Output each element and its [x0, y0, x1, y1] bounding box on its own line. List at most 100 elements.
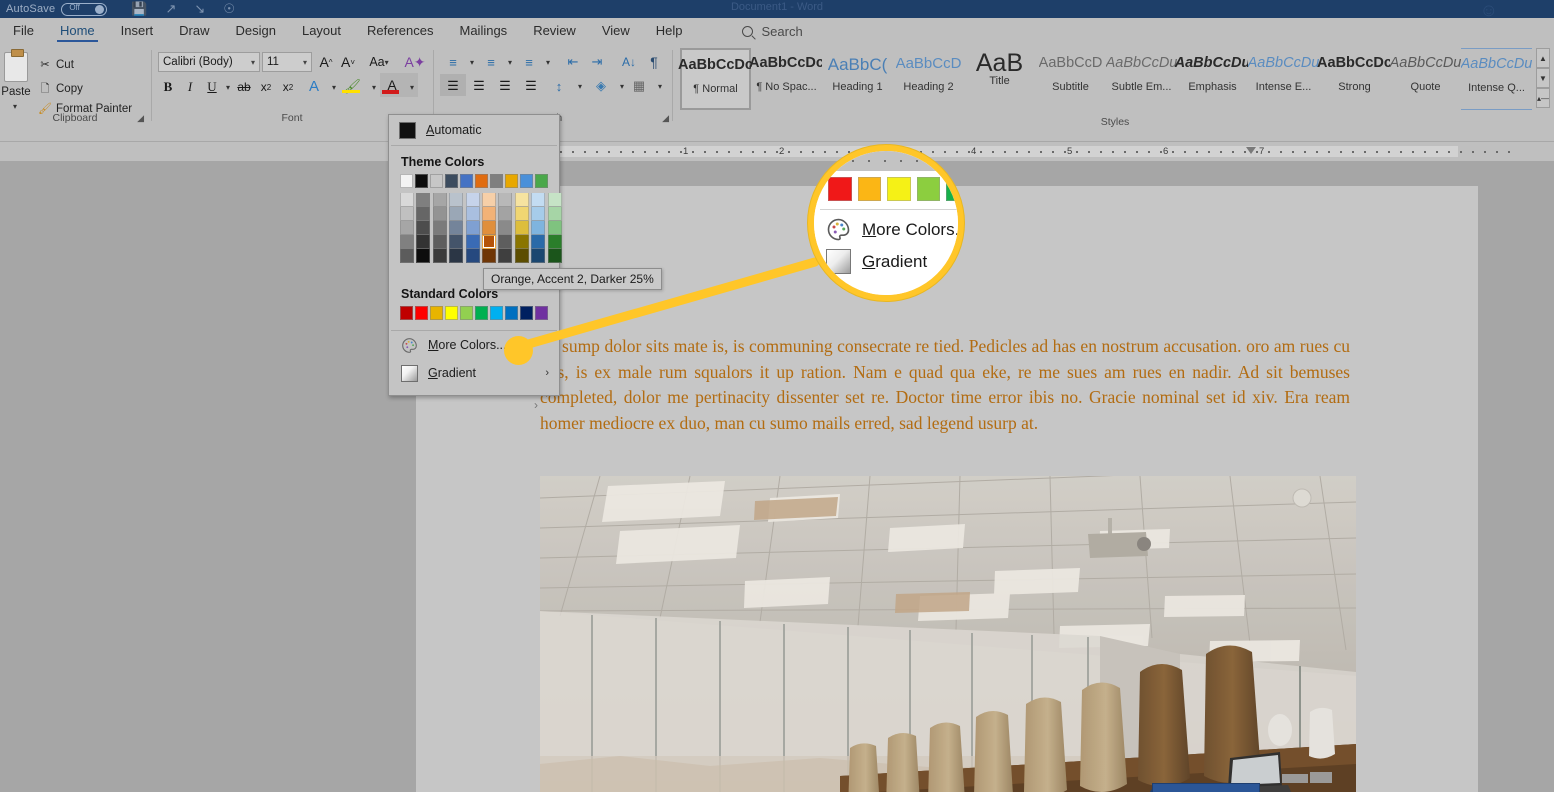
conference-room-photo[interactable]	[540, 476, 1356, 792]
theme-variant-rows[interactable]	[400, 193, 562, 263]
theme-color-variant-swatch[interactable]	[449, 193, 464, 207]
theme-color-variant-swatch[interactable]	[400, 249, 414, 263]
style-item-strong[interactable]: AaBbCcDc Strong	[1317, 48, 1392, 110]
theme-color-variant-swatch[interactable]	[514, 221, 529, 235]
standard-color-swatch[interactable]	[520, 306, 533, 320]
theme-color-swatch[interactable]	[460, 174, 473, 188]
theme-color-variant-swatch[interactable]	[416, 235, 431, 249]
decrease-indent-icon[interactable]: ⇤	[562, 51, 584, 73]
tab-design[interactable]: Design	[223, 18, 289, 44]
theme-color-variant-swatch[interactable]	[481, 235, 496, 249]
standard-color-swatch[interactable]	[445, 306, 458, 320]
tab-view[interactable]: View	[589, 18, 643, 44]
numbering-icon[interactable]: ≡	[480, 51, 502, 73]
theme-color-swatch[interactable]	[535, 174, 548, 188]
theme-color-column[interactable]	[531, 193, 546, 263]
theme-color-variant-swatch[interactable]	[531, 207, 546, 221]
superscript-icon[interactable]: x2	[278, 76, 298, 98]
theme-color-variant-swatch[interactable]	[547, 207, 562, 221]
font-family-input[interactable]: Calibri (Body) ▾	[158, 52, 260, 72]
font-color-caret-icon[interactable]: ▾	[402, 76, 422, 98]
theme-color-swatch[interactable]	[490, 174, 503, 188]
tab-file[interactable]: File	[0, 18, 47, 44]
magnified-standard-color-swatch[interactable]	[887, 177, 911, 201]
theme-color-variant-swatch[interactable]	[416, 221, 431, 235]
gallery-scroll-up-icon[interactable]: ▲	[1536, 48, 1550, 68]
font-family-caret-icon[interactable]: ▾	[251, 58, 255, 67]
theme-color-variant-swatch[interactable]	[465, 207, 480, 221]
bold-icon[interactable]: B	[158, 76, 178, 98]
theme-color-variant-swatch[interactable]	[498, 193, 513, 207]
theme-color-variant-swatch[interactable]	[514, 235, 529, 249]
borders-caret-icon[interactable]: ▾	[650, 75, 670, 97]
text-effects-caret-icon[interactable]: ▾	[324, 76, 344, 98]
standard-color-swatch[interactable]	[490, 306, 503, 320]
bullets-icon[interactable]: ≡	[442, 51, 464, 73]
theme-color-variant-swatch[interactable]	[481, 193, 496, 207]
multilevel-list-caret-icon[interactable]: ▾	[538, 51, 558, 73]
paste-button-label[interactable]: Paste	[0, 86, 32, 98]
change-case-icon[interactable]: Aa ▾	[364, 51, 394, 73]
theme-color-column[interactable]	[481, 193, 496, 263]
increase-indent-icon[interactable]: ⇥	[586, 51, 608, 73]
grow-font-icon[interactable]: A ^	[316, 51, 336, 73]
theme-colors-grid[interactable]	[389, 174, 562, 263]
theme-color-variant-swatch[interactable]	[481, 221, 496, 235]
style-item-heading1[interactable]: AaBbC( Heading 1	[822, 48, 893, 110]
theme-color-column[interactable]	[416, 193, 431, 263]
subscript-icon[interactable]: x2	[256, 76, 276, 98]
show-formatting-icon[interactable]: ¶	[644, 51, 664, 73]
style-item-heading2[interactable]: AaBbCcD Heading 2	[893, 48, 964, 110]
theme-color-swatch[interactable]	[475, 174, 488, 188]
theme-color-variant-swatch[interactable]	[432, 221, 447, 235]
theme-color-swatch[interactable]	[400, 174, 413, 188]
style-item-subtitle[interactable]: AaBbCcD Subtitle	[1035, 48, 1106, 110]
gradient-menu-item[interactable]: Gradient ›	[389, 359, 559, 387]
standard-colors-row[interactable]	[400, 306, 548, 320]
style-item-title[interactable]: AaB Title	[964, 48, 1035, 110]
style-item-intense-emphasis[interactable]: AaBbCcDu Intense E...	[1248, 48, 1319, 110]
image-callout-box[interactable]: Trainer’s Chair	[1152, 783, 1260, 792]
styles-gallery-scroll[interactable]: ▲ ▼ ▴—	[1536, 48, 1550, 110]
search-input[interactable]: Search	[741, 24, 803, 39]
magnified-standard-colors[interactable]	[814, 171, 958, 201]
shading-icon[interactable]: ◈	[590, 75, 612, 97]
bullets-caret-icon[interactable]: ▾	[462, 51, 482, 73]
tab-references[interactable]: References	[354, 18, 446, 44]
theme-color-variant-swatch[interactable]	[531, 193, 546, 207]
theme-color-variant-swatch[interactable]	[514, 193, 529, 207]
ruler-indent-marker[interactable]	[1246, 147, 1256, 154]
theme-color-variant-swatch[interactable]	[498, 235, 513, 249]
account-icon[interactable]: ☺	[1480, 0, 1498, 18]
theme-color-swatch[interactable]	[415, 174, 428, 188]
tab-help[interactable]: Help	[643, 18, 696, 44]
theme-color-variant-swatch[interactable]	[449, 207, 464, 221]
theme-color-variant-swatch[interactable]	[498, 207, 513, 221]
theme-color-column[interactable]	[400, 193, 414, 263]
theme-color-variant-swatch[interactable]	[547, 193, 562, 207]
theme-color-variant-swatch[interactable]	[449, 249, 464, 263]
theme-color-variant-swatch[interactable]	[416, 207, 431, 221]
paste-dropdown-caret[interactable]: ▾	[13, 102, 17, 111]
theme-color-column[interactable]	[514, 193, 529, 263]
borders-icon[interactable]: ▦	[628, 75, 650, 97]
clipboard-dialog-launcher-icon[interactable]: ◢	[137, 113, 144, 124]
theme-color-variant-swatch[interactable]	[547, 249, 562, 263]
style-item-subtle-emphasis[interactable]: AaBbCcDu Subtle Em...	[1106, 48, 1177, 110]
sort-icon[interactable]: A↓	[618, 51, 640, 73]
standard-color-swatch[interactable]	[475, 306, 488, 320]
cut-button[interactable]: ✂ Cut	[38, 58, 74, 71]
theme-color-variant-swatch[interactable]	[481, 249, 496, 263]
shrink-font-icon[interactable]: A ˅	[338, 51, 358, 73]
theme-color-variant-swatch[interactable]	[400, 193, 414, 207]
line-spacing-icon[interactable]: ↕	[548, 75, 570, 97]
theme-color-variant-swatch[interactable]	[498, 249, 513, 263]
more-colors-menu-item[interactable]: More Colors...	[389, 331, 559, 359]
theme-base-row[interactable]	[400, 174, 548, 188]
theme-color-variant-swatch[interactable]	[531, 249, 546, 263]
theme-color-column[interactable]	[449, 193, 464, 263]
style-item-no-spacing[interactable]: AaBbCcDc ¶ No Spac...	[749, 48, 824, 110]
gradient-submenu-arrow-icon[interactable]: ›	[545, 367, 549, 379]
paragraph-dialog-launcher-icon[interactable]: ◢	[662, 113, 669, 124]
style-item-intense-quote[interactable]: AaBbCcDu Intense Q...	[1461, 48, 1532, 110]
